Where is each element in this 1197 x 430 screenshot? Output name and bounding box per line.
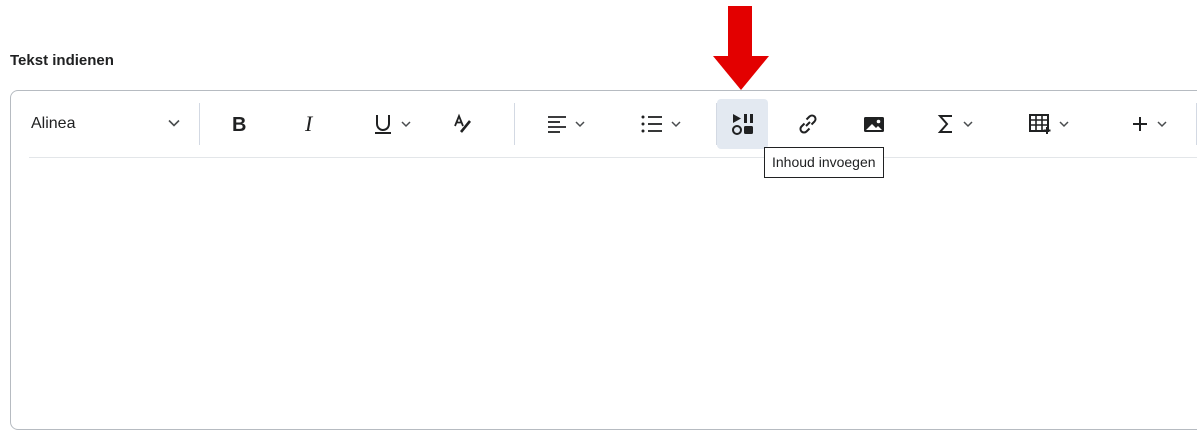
html-editor: Alinea B I — [10, 90, 1197, 430]
list-button[interactable] — [625, 99, 697, 149]
chevron-down-icon — [670, 118, 682, 130]
svg-text:B: B — [232, 114, 246, 134]
editor-toolbar: Alinea B I — [11, 91, 1197, 157]
bold-button[interactable]: B — [217, 99, 261, 149]
editor-content-area[interactable] — [11, 159, 1197, 429]
chevron-down-icon — [574, 118, 586, 130]
align-button[interactable] — [531, 99, 601, 149]
field-label: Tekst indienen — [10, 52, 114, 69]
table-icon — [1028, 113, 1052, 135]
sigma-icon — [936, 113, 956, 135]
toolbar-separator — [199, 103, 200, 145]
underline-icon — [372, 112, 394, 136]
underline-button[interactable] — [357, 99, 427, 149]
arrow-shaft — [728, 6, 752, 56]
text-format-icon — [452, 113, 474, 135]
chevron-down-icon — [962, 118, 974, 130]
italic-icon: I — [301, 113, 321, 135]
text-format-button[interactable] — [443, 99, 483, 149]
table-button[interactable] — [1014, 99, 1084, 149]
svg-text:I: I — [304, 113, 314, 135]
image-icon — [862, 114, 886, 134]
arrow-head — [713, 56, 769, 90]
insert-content-tooltip: Inhoud invoegen — [764, 147, 884, 178]
toolbar-divider — [29, 157, 1197, 158]
link-icon — [796, 112, 820, 136]
annotation-arrow — [711, 6, 771, 97]
paragraph-format-value: Alinea — [31, 115, 76, 132]
align-left-icon — [546, 114, 568, 134]
more-button[interactable] — [1117, 99, 1181, 149]
paragraph-format-select[interactable]: Alinea — [21, 99, 191, 149]
link-button[interactable] — [786, 99, 830, 149]
italic-button[interactable]: I — [289, 99, 333, 149]
chevron-down-icon — [1156, 118, 1168, 130]
chevron-down-icon — [1058, 118, 1070, 130]
list-icon — [640, 114, 664, 134]
chevron-down-icon — [400, 118, 412, 130]
chevron-down-icon — [167, 116, 181, 130]
insert-content-icon — [730, 112, 756, 136]
equation-button[interactable] — [921, 99, 989, 149]
image-button[interactable] — [852, 99, 896, 149]
toolbar-separator — [514, 103, 515, 145]
bold-icon: B — [229, 114, 249, 134]
plus-icon — [1130, 114, 1150, 134]
insert-content-button[interactable] — [717, 99, 768, 149]
